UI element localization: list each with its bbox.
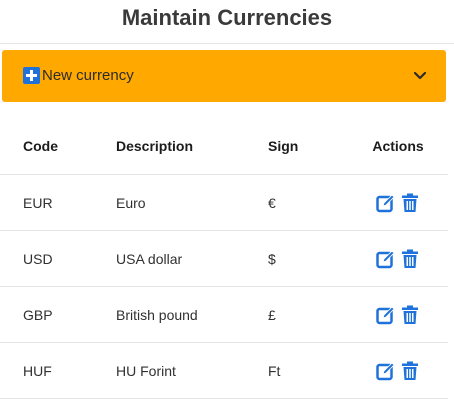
new-currency-panel[interactable]: New currency xyxy=(2,50,446,102)
cell-description: Euro xyxy=(116,174,268,231)
cell-code: HUF xyxy=(0,342,116,399)
table-row: USD USA dollar $ xyxy=(0,230,448,287)
trash-icon[interactable] xyxy=(400,249,420,269)
cell-description: HU Forint xyxy=(116,342,268,399)
cell-code: EUR xyxy=(0,174,116,231)
edit-icon[interactable] xyxy=(376,193,396,213)
header-sign[interactable]: Sign xyxy=(268,118,348,175)
table-row: EUR Euro € xyxy=(0,174,448,231)
chevron-down-icon[interactable] xyxy=(412,68,428,84)
cell-actions xyxy=(348,286,448,343)
plus-square-icon xyxy=(23,67,40,84)
table-row: HUF HU Forint Ft xyxy=(0,342,448,399)
trash-icon[interactable] xyxy=(400,193,420,213)
cell-actions xyxy=(348,230,448,287)
cell-actions xyxy=(348,174,448,231)
cell-code: GBP xyxy=(0,286,116,343)
edit-icon[interactable] xyxy=(376,361,396,381)
cell-sign: Ft xyxy=(268,342,348,399)
header-actions: Actions xyxy=(372,138,424,154)
cell-sign: £ xyxy=(268,286,348,343)
cell-description: USA dollar xyxy=(116,230,268,287)
title-divider xyxy=(0,43,454,44)
header-code[interactable]: Code xyxy=(0,118,116,175)
page-title: Maintain Currencies xyxy=(121,5,333,30)
edit-icon[interactable] xyxy=(376,249,396,269)
trash-icon[interactable] xyxy=(400,305,420,325)
cell-sign: $ xyxy=(268,230,348,287)
currency-table: Code Description Sign Actions EUR Euro € xyxy=(0,118,448,399)
cell-code: USD xyxy=(0,230,116,287)
cell-actions xyxy=(348,342,448,399)
edit-icon[interactable] xyxy=(376,305,396,325)
cell-sign: € xyxy=(268,174,348,231)
header-description[interactable]: Description xyxy=(116,118,268,175)
new-currency-label: New currency xyxy=(42,67,134,84)
table-header-row: Code Description Sign Actions xyxy=(0,118,448,175)
currency-table-wrap: Code Description Sign Actions EUR Euro € xyxy=(0,118,454,399)
cell-description: British pound xyxy=(116,286,268,343)
table-row: GBP British pound £ xyxy=(0,286,448,343)
trash-icon[interactable] xyxy=(400,361,420,381)
